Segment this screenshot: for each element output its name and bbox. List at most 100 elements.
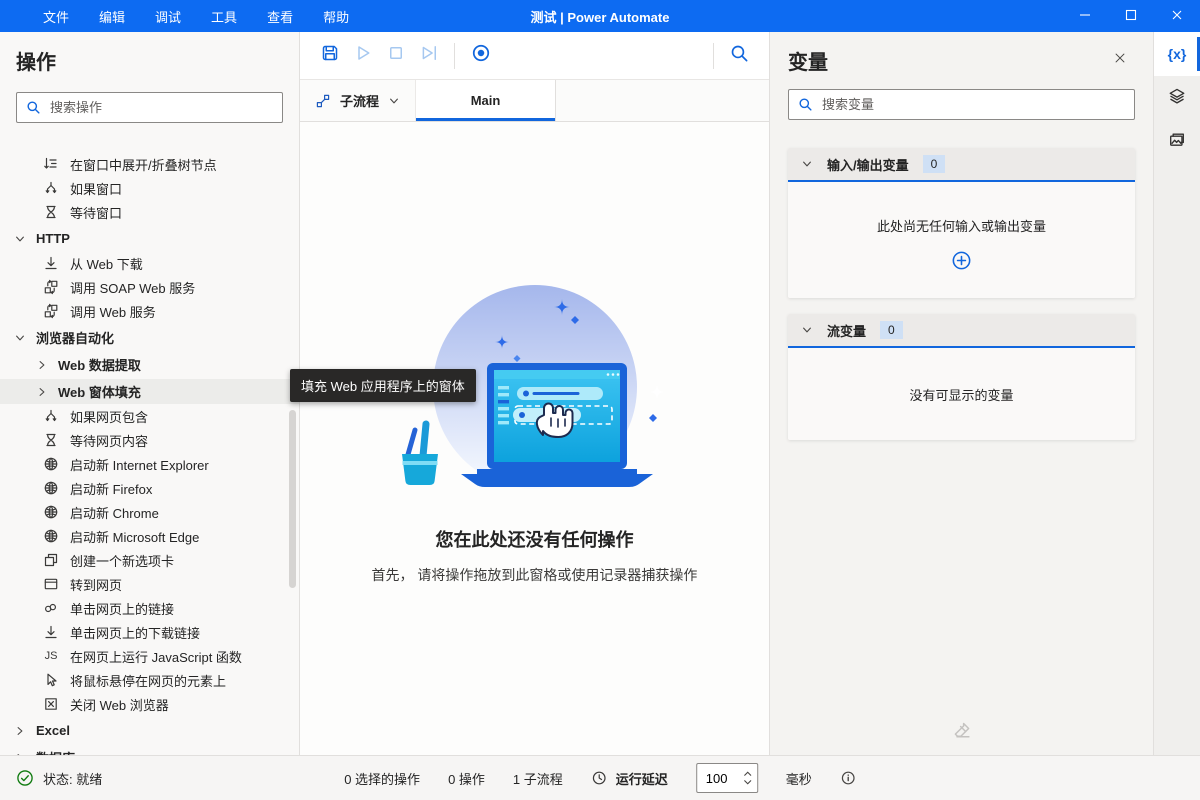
action-group-label: HTTP [36,231,70,246]
tab-variables[interactable]: {x} [1154,32,1200,76]
designer-search-button[interactable] [723,39,756,72]
action-item-label: 将鼠标悬停在网页的元素上 [70,671,226,690]
status-text: 状态: 就绪 [43,769,102,788]
window-controls [1062,0,1200,32]
variables-panel-close-button[interactable] [1105,45,1135,75]
toolbar-divider [713,43,714,69]
flow-variables-header[interactable]: 流变量 0 [788,314,1135,348]
hover-cursor-icon [42,671,60,689]
action-item[interactable]: 如果窗口 [0,176,299,200]
js-icon: JS [42,647,60,665]
save-button[interactable] [313,39,346,72]
tab-images[interactable] [1154,120,1200,164]
chevron-down-icon [14,332,26,344]
stop-icon [386,43,406,68]
status-ready-icon [16,769,34,787]
flow-variables-count-badge: 0 [880,321,903,339]
run-delay-stepper[interactable] [696,763,758,793]
tab-main-label: Main [471,93,501,108]
action-item[interactable]: 单击网页上的下载链接 [0,620,299,644]
variables-search-box[interactable] [788,89,1135,120]
expand-tree-icon [42,155,60,173]
browser-window-icon [42,575,60,593]
action-group[interactable]: Web 窗体填充 [0,379,299,404]
action-item[interactable]: 调用 SOAP Web 服务 [0,275,299,299]
new-tab-icon [42,551,60,569]
run-delay-input[interactable] [697,771,731,786]
globe-icon [42,503,60,521]
search-icon [26,100,41,115]
selected-actions-count: 0 选择的操作 [344,769,420,788]
io-variables-section: 输入/输出变量 0 此处尚无任何输入或输出变量 [788,148,1135,298]
layers-icon [1168,87,1186,110]
action-item[interactable]: 将鼠标悬停在网页的元素上 [0,668,299,692]
actions-count: 0 操作 [448,769,485,788]
stepper-down-button[interactable] [743,779,752,785]
chevron-right-icon [14,725,26,737]
action-item[interactable]: 转到网页 [0,572,299,596]
action-item[interactable]: 调用 Web 服务 [0,299,299,323]
action-item[interactable]: 创建一个新选项卡 [0,548,299,572]
action-item[interactable]: 关闭 Web 浏览器 [0,692,299,716]
actions-search-box[interactable] [16,92,283,123]
menu-edit[interactable]: 编辑 [84,0,140,32]
action-item[interactable]: 单击网页上的链接 [0,596,299,620]
action-item-label: 启动新 Microsoft Edge [70,527,199,546]
close-button[interactable] [1154,0,1200,32]
action-item[interactable]: 如果网页包含 [0,404,299,428]
action-group[interactable]: 数据库 [0,745,299,755]
stop-button[interactable] [379,39,412,72]
subflows-dropdown[interactable]: 子流程 [300,80,415,121]
globe-icon [42,527,60,545]
image-icon [1168,131,1186,154]
tab-ui-elements[interactable] [1154,76,1200,120]
run-next-action-button[interactable] [412,39,445,72]
empty-state-subtitle: 首先， 请将操作拖放到此窗格或使用记录器捕获操作 [342,565,727,585]
workspace-canvas[interactable]: 您在此处还没有任何操作 首先， 请将操作拖放到此窗格或使用记录器捕获操作 [300,122,769,755]
action-item[interactable]: 从 Web 下载 [0,251,299,275]
menu-tools[interactable]: 工具 [196,0,252,32]
action-item-label: 启动新 Chrome [70,503,159,522]
action-group[interactable]: Excel [0,718,299,743]
action-item-label: 如果网页包含 [70,407,148,426]
action-group[interactable]: Web 数据提取 [0,352,299,377]
run-button[interactable] [346,39,379,72]
add-variable-button[interactable] [951,250,972,271]
menu-help[interactable]: 帮助 [308,0,364,32]
variables-search-input[interactable] [822,97,1125,112]
action-item[interactable]: 等待窗口 [0,200,299,224]
action-item-label: 单击网页上的下载链接 [70,623,200,642]
maximize-button[interactable] [1108,0,1154,32]
menu-view[interactable]: 查看 [252,0,308,32]
action-group[interactable]: 浏览器自动化 [0,325,299,350]
maximize-icon [1123,7,1139,26]
eraser-icon [952,720,972,745]
action-item[interactable]: 启动新 Firefox [0,476,299,500]
action-item-label: 如果窗口 [70,179,122,198]
tab-main[interactable]: Main [416,80,556,121]
action-group[interactable]: HTTP [0,226,299,251]
minimize-button[interactable] [1062,0,1108,32]
actions-scrollbar[interactable] [289,410,296,588]
flow-variables-label: 流变量 [827,321,866,340]
action-item[interactable]: 等待网页内容 [0,428,299,452]
globe-icon [42,479,60,497]
action-item[interactable]: 启动新 Microsoft Edge [0,524,299,548]
action-item[interactable]: JS在网页上运行 JavaScript 函数 [0,644,299,668]
stepper-up-button[interactable] [743,771,752,777]
action-item-label: 调用 Web 服务 [70,302,156,321]
io-variables-header[interactable]: 输入/输出变量 0 [788,148,1135,182]
play-icon [353,43,373,68]
action-group-label: Web 窗体填充 [58,382,141,401]
recorder-button[interactable] [464,39,497,72]
menu-file[interactable]: 文件 [28,0,84,32]
action-item[interactable]: 在窗口中展开/折叠树节点 [0,152,299,176]
menu-debug[interactable]: 调试 [140,0,196,32]
statusbar: 状态: 就绪 0 选择的操作 0 操作 1 子流程 运行延迟 毫秒 [0,755,1200,800]
action-item[interactable]: 启动新 Chrome [0,500,299,524]
menubar: 文件 编辑 调试 工具 查看 帮助 [0,0,364,32]
actions-search-input[interactable] [50,100,273,115]
empty-state: 您在此处还没有任何操作 首先， 请将操作拖放到此窗格或使用记录器捕获操作 [300,272,769,585]
flow-variables-empty-text: 没有可显示的变量 [909,385,1013,404]
action-item[interactable]: 启动新 Internet Explorer [0,452,299,476]
